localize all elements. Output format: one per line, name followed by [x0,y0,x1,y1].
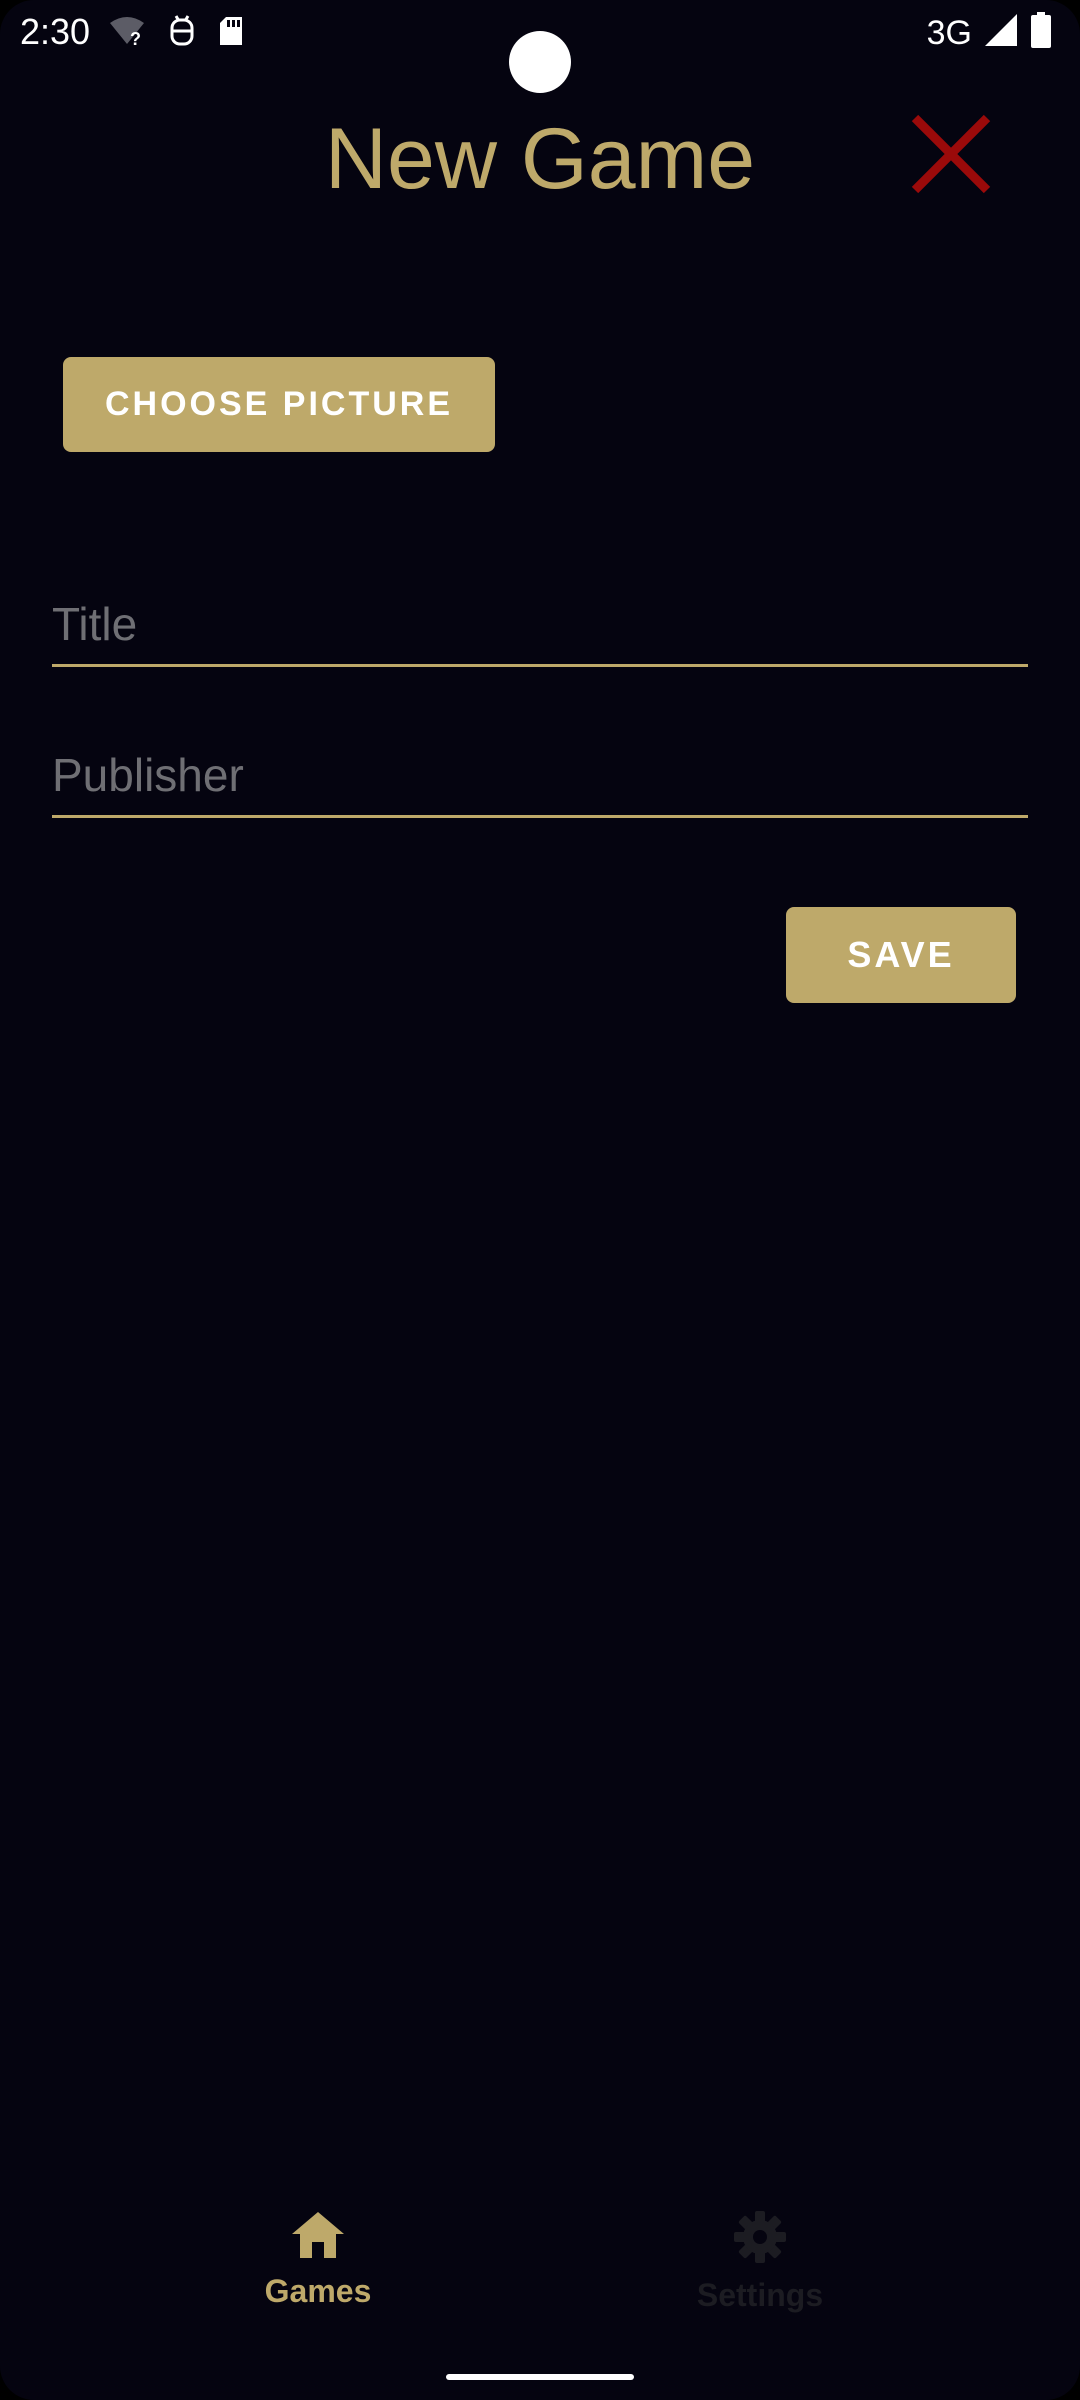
title-input[interactable] [52,584,1028,664]
android-debug-icon [168,14,196,53]
gear-icon [733,2210,787,2269]
battery-icon [1030,12,1052,53]
status-system-icons: 3G [927,12,1052,53]
home-indicator[interactable] [446,2374,634,2380]
nav-label-settings: Settings [696,2277,824,2313]
save-button[interactable]: SAVE [786,907,1016,1003]
status-notification-icons: ? [108,14,244,53]
home-icon [290,2210,346,2265]
status-time: 2:30 [20,11,91,52]
publisher-field [52,735,1028,818]
camera-cutout [509,31,571,93]
close-button[interactable] [905,110,997,202]
close-icon [909,112,993,201]
network-type: 3G [926,13,972,52]
signal-icon [984,13,1018,52]
choose-picture-button[interactable]: CHOOSE PICTURE [63,357,495,452]
svg-text:?: ? [130,29,141,46]
nav-label-games: Games [264,2273,372,2309]
title-field [52,584,1028,667]
new-game-screen: 2:30 ? 3G New Game CHOOSE PICTURE Title … [0,0,1080,2400]
nav-item-games[interactable]: Games [168,2210,468,2310]
sd-card-icon [218,15,244,52]
wifi-unknown-icon: ? [108,16,146,51]
nav-item-settings[interactable]: Settings [610,2210,910,2314]
bottom-navigation: Games Settings [0,2210,1080,2340]
publisher-input[interactable] [52,735,1028,815]
